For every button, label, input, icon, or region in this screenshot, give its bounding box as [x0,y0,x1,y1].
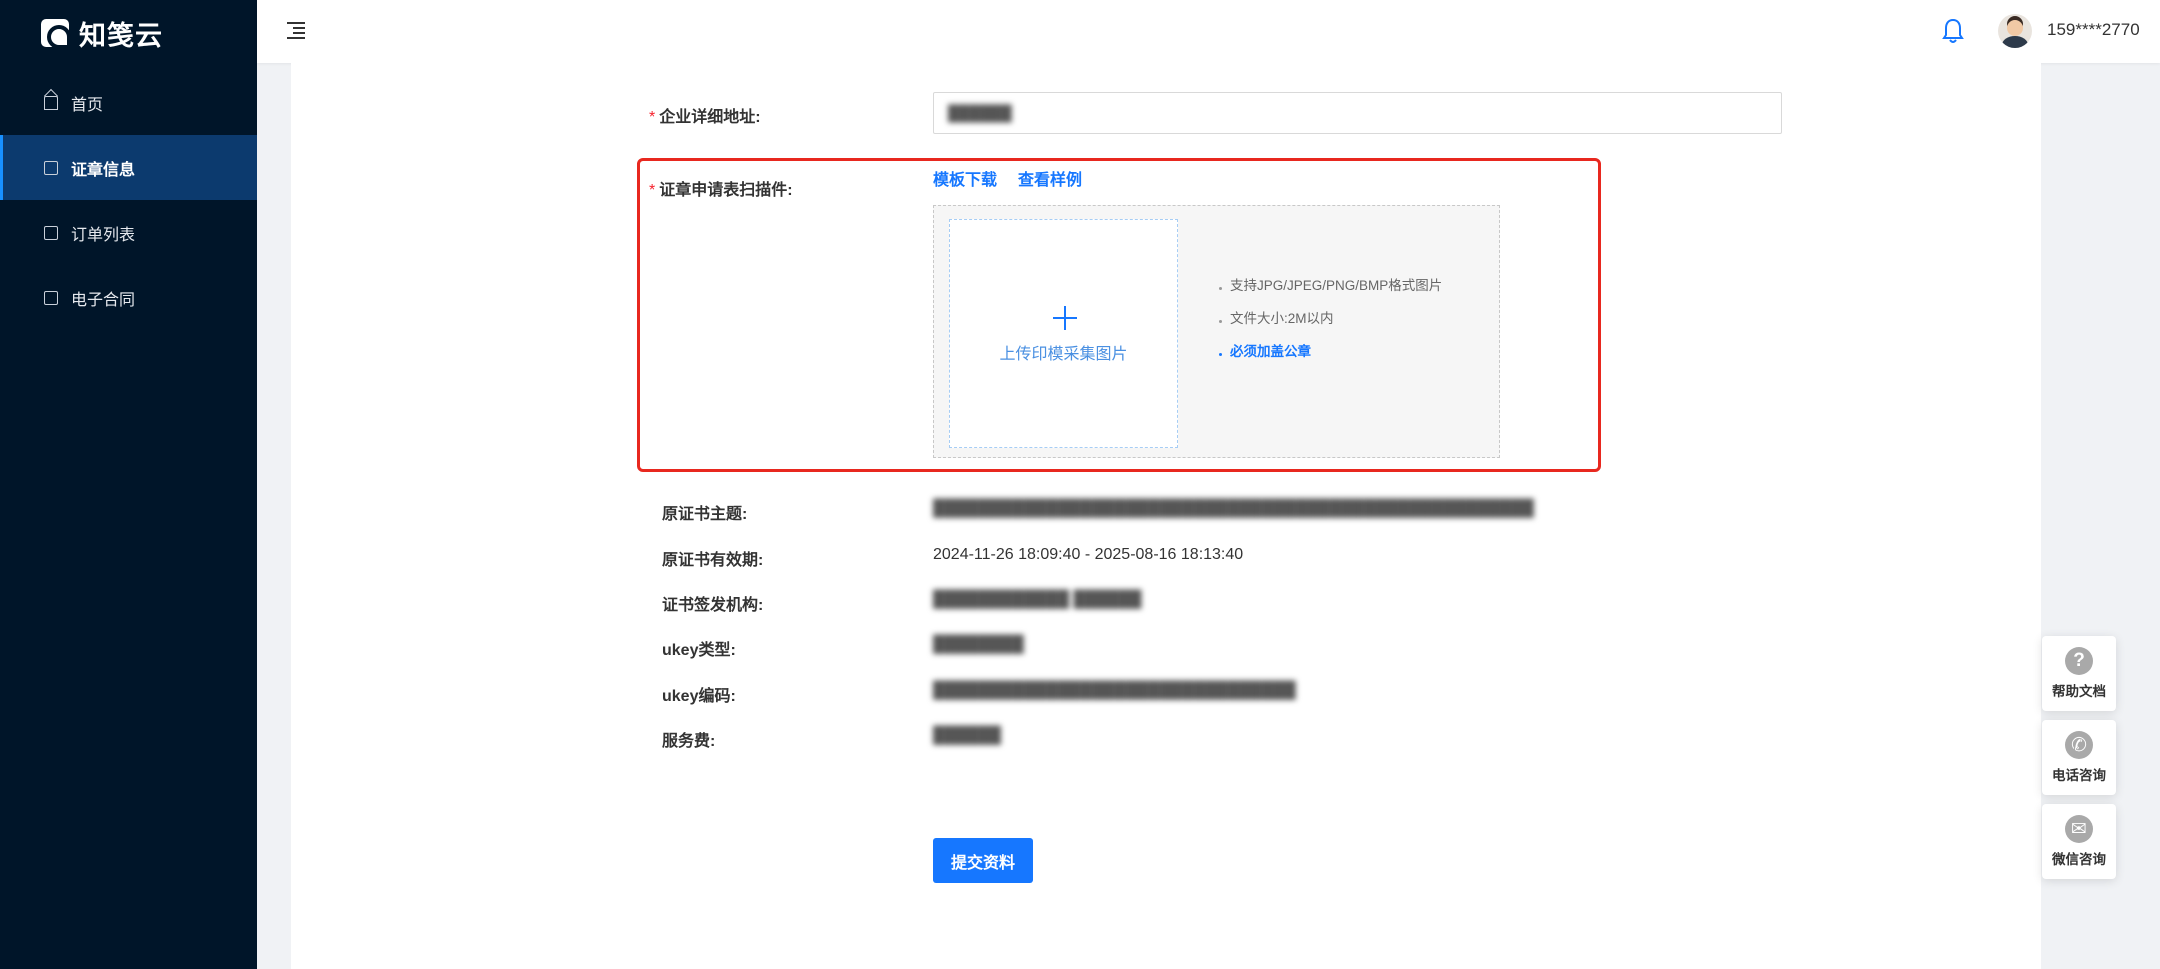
sidebar-item-label: 订单列表 [71,226,136,244]
upload-tips: 支持JPG/JPEG/PNG/BMP格式图片 文件大小:2M以内 必须加盖公章 [1219,276,1444,375]
sidebar-item-label: 电子合同 [71,291,136,309]
scan-label: * 证章申请表扫描件: [649,182,793,199]
wechat-consult-button[interactable]: ✉ 微信咨询 [2042,804,2116,879]
phone-icon: ✆ [2065,731,2093,759]
field-value: ██████ [933,727,1002,744]
address-input[interactable]: ██████ [933,92,1782,134]
home-icon [44,95,58,110]
sidebar-item-orders[interactable]: 订单列表 [0,200,257,265]
calendar-icon [44,160,58,175]
avatar[interactable] [1998,14,2032,48]
field-label: 服务费: [662,733,716,750]
sidebar-menu: 首页 证章信息 订单列表 电子合同 [0,70,257,330]
wechat-icon: ✉ [2065,815,2093,843]
field-label: ukey类型: [662,642,736,659]
logo[interactable]: 知笺云 [41,17,163,51]
help-docs-button[interactable]: ? 帮助文档 [2042,636,2116,711]
submit-button[interactable]: 提交资料 [933,838,1033,883]
tip-seal: 必须加盖公章 [1219,342,1444,362]
sidebar: 知笺云 首页 证章信息 订单列表 电子合同 [0,0,257,969]
contract-icon [44,290,58,305]
field-value: ████████████ ██████ [933,591,1142,608]
sidebar-item-contracts[interactable]: 电子合同 [0,265,257,330]
view-sample-link[interactable]: 查看样例 [1018,166,1082,190]
sidebar-item-seal-info[interactable]: 证章信息 [0,135,257,200]
list-icon [44,225,58,240]
upload-label: 上传印模采集图片 [999,346,1128,363]
username[interactable]: 159****2770 [2047,20,2140,40]
upload-button[interactable]: 上传印模采集图片 [949,219,1178,448]
field-label: 原证书主题: [662,506,748,523]
logo-text: 知笺云 [79,20,163,51]
address-label: * 企业详细地址: [649,109,761,126]
upload-area: 上传印模采集图片 支持JPG/JPEG/PNG/BMP格式图片 文件大小:2M以… [933,205,1500,458]
field-label: ukey编码: [662,688,736,705]
top-header: 159****2770 [257,0,2160,63]
tip-format: 支持JPG/JPEG/PNG/BMP格式图片 [1219,276,1444,296]
sidebar-item-home[interactable]: 首页 [0,70,257,135]
field-label: 证书签发机构: [662,597,764,614]
tip-size: 文件大小:2M以内 [1219,309,1444,329]
bell-icon[interactable] [1941,17,1965,45]
sidebar-item-label: 首页 [71,96,104,114]
phone-consult-button[interactable]: ✆ 电话咨询 [2042,720,2116,795]
menu-fold-icon[interactable] [287,22,305,39]
logo-icon [41,19,71,49]
field-label: 原证书有效期: [662,552,764,569]
field-value: ████████ [933,636,1024,653]
template-download-link[interactable]: 模板下载 [933,166,997,190]
field-value: ████████████████████████████████ [933,682,1296,699]
help-icon: ? [2065,647,2093,675]
field-value: 2024-11-26 18:09:40 - 2025-08-16 18:13:4… [933,546,1244,563]
plus-icon [1053,306,1077,330]
sidebar-item-label: 证章信息 [71,161,136,179]
field-value: ████████████████████████████████████████… [933,500,1534,517]
